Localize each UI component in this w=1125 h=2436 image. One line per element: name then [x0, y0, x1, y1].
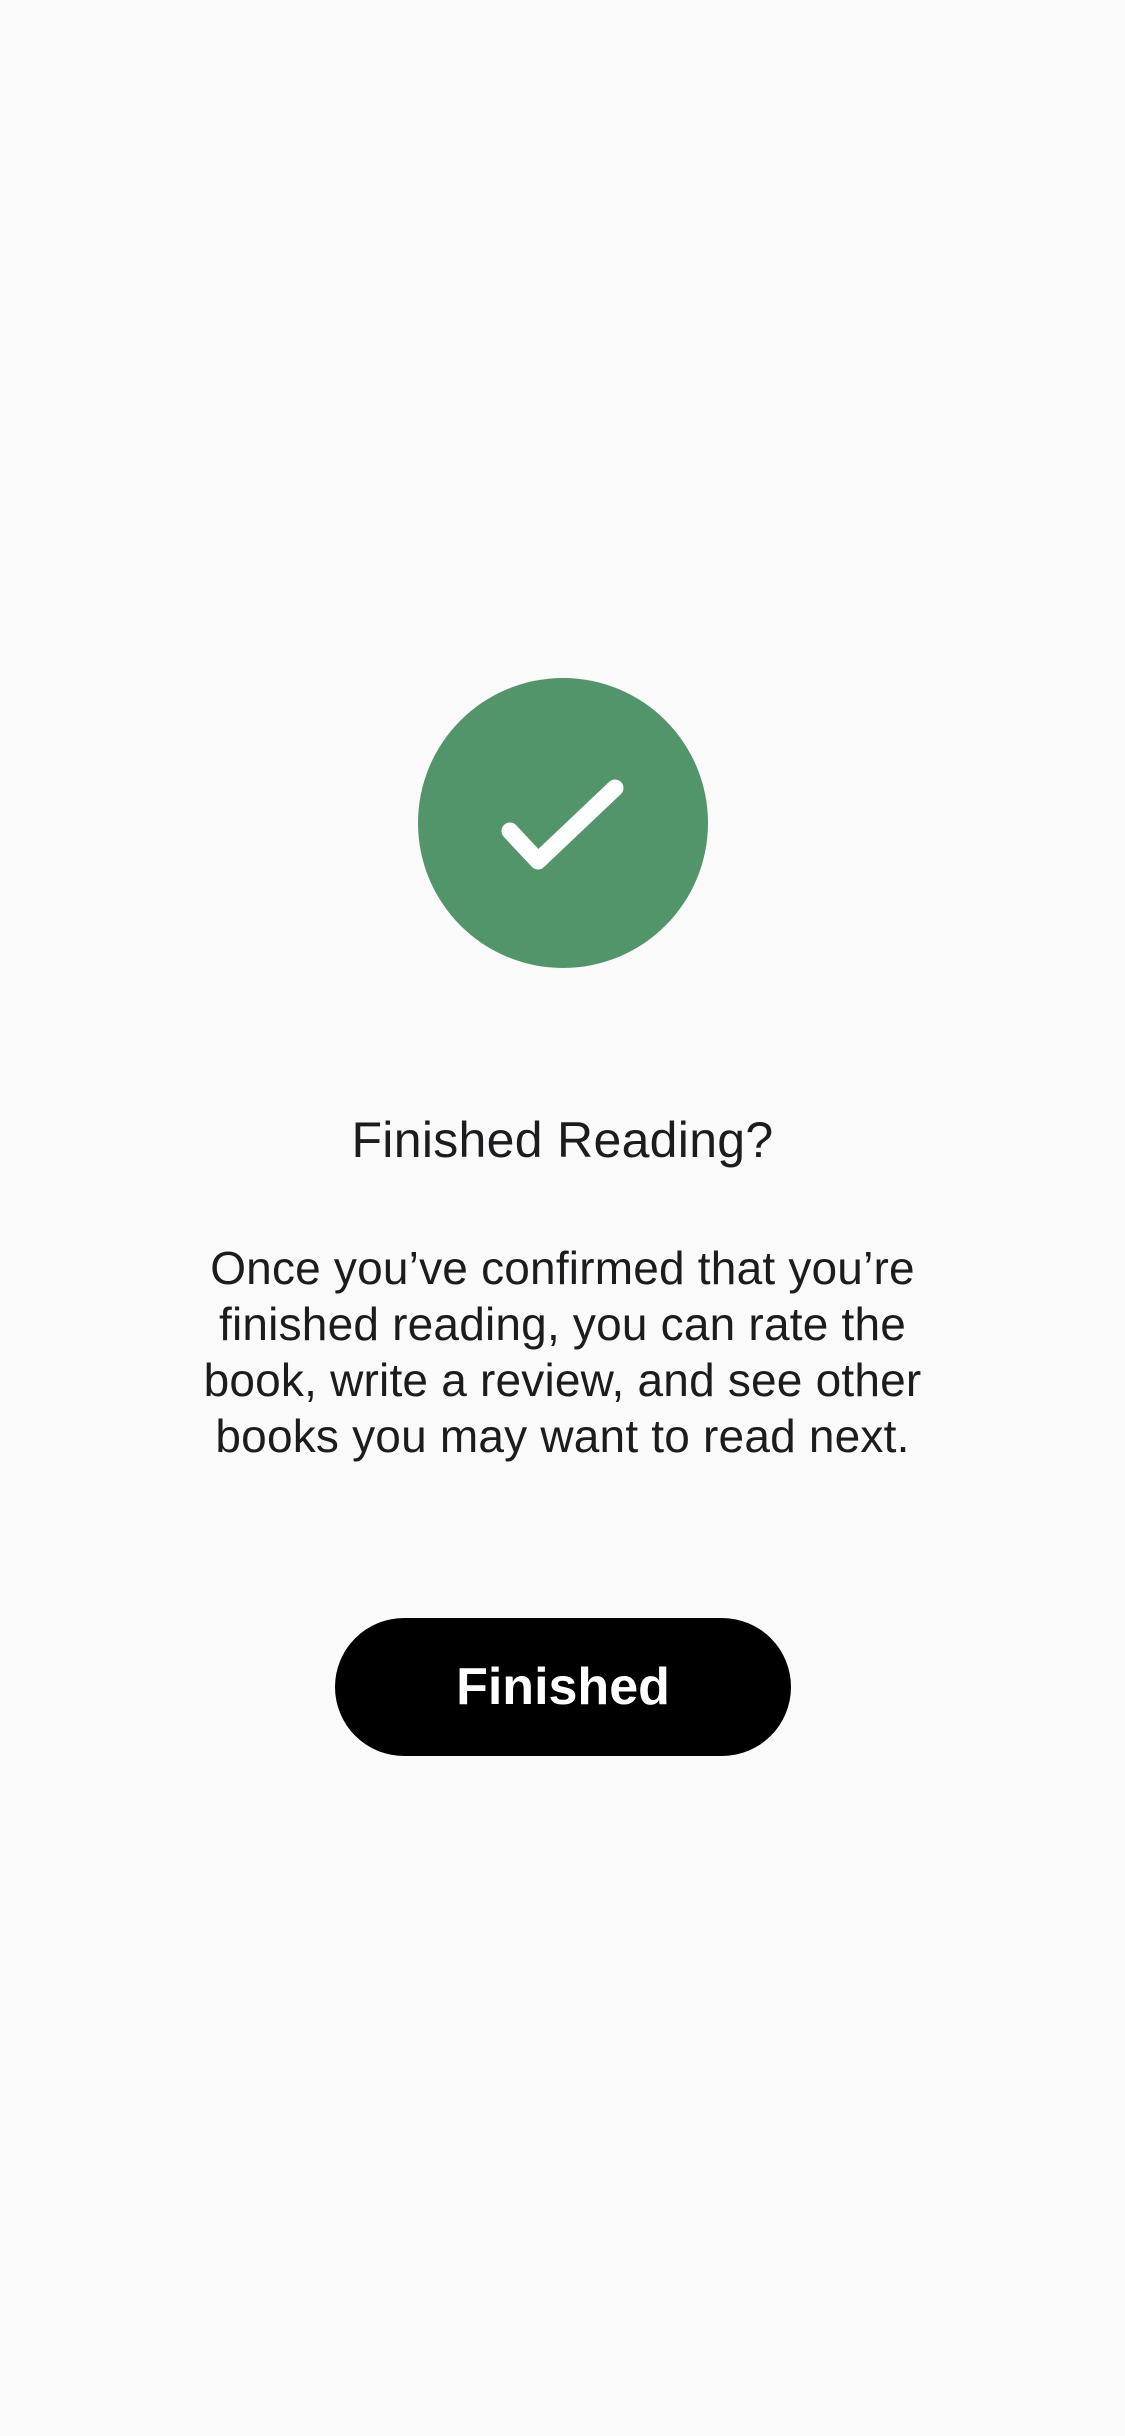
confirmation-title: Finished Reading? — [351, 1112, 774, 1168]
finished-reading-screen: Finished Reading? Once you’ve confirmed … — [0, 0, 1125, 2436]
confirmation-message: Once you’ve confirmed that you’re finish… — [203, 1242, 922, 1462]
checkmark-icon — [418, 678, 708, 968]
finished-button[interactable]: Finished — [335, 1618, 791, 1756]
